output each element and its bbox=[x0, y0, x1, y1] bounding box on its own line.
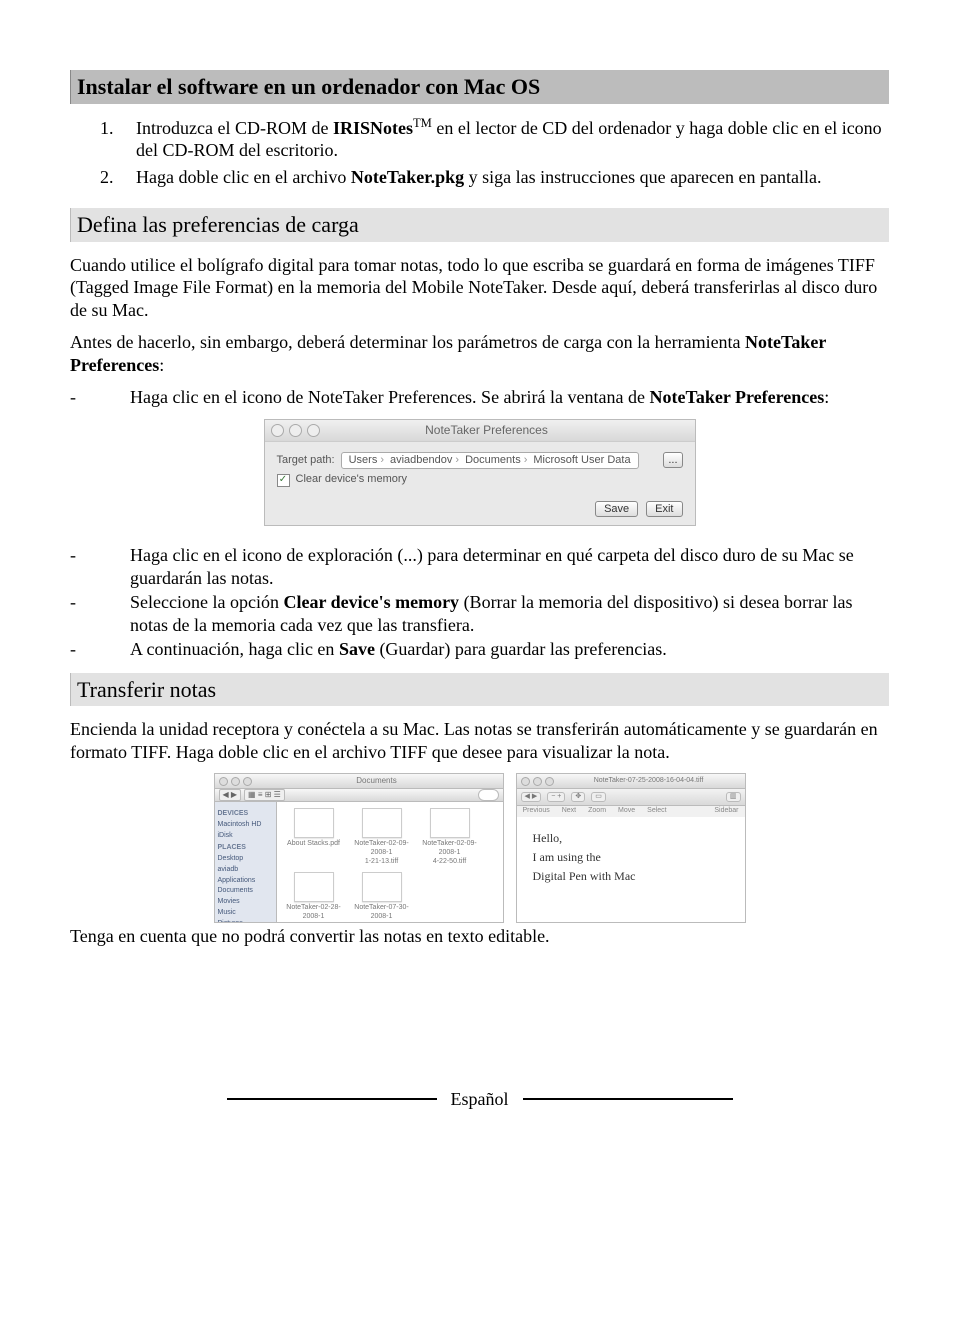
handwriting-line: I am using the bbox=[533, 848, 729, 867]
pref-intro-2: Antes de hacerlo, sin embargo, deberá de… bbox=[70, 331, 889, 376]
file-thumb[interactable]: NoteTaker-02-28-2008-17-38-11.tiff bbox=[283, 872, 345, 923]
file-thumb[interactable]: NoteTaker-02-09-2008-14-22-50.tiff bbox=[419, 808, 481, 866]
page-footer: Español bbox=[70, 1088, 889, 1111]
finder-items: About Stacks.pdf NoteTaker-02-09-2008-11… bbox=[277, 802, 503, 922]
target-path-breadcrumb[interactable]: Users aviadbendov Documents Microsoft Us… bbox=[341, 452, 639, 470]
pref-bullets-bottom: - Haga clic en el icono de exploración (… bbox=[70, 544, 889, 661]
sidebar-button[interactable]: ▥ bbox=[726, 792, 741, 803]
window-title: NoteTaker Preferences bbox=[285, 423, 689, 438]
clear-memory-label: Clear device's memory bbox=[296, 473, 408, 487]
preview-toolbar-labels: Previous Next Zoom Move Select Sidebar bbox=[517, 806, 745, 817]
close-icon[interactable] bbox=[271, 424, 284, 437]
handwriting-line: Digital Pen with Mac bbox=[533, 867, 729, 886]
prev-next-buttons[interactable]: ◀ ▶ bbox=[521, 792, 542, 803]
finder-nav-buttons[interactable]: ◀ ▶ bbox=[219, 789, 242, 801]
browse-button[interactable]: ... bbox=[663, 452, 682, 468]
file-thumb[interactable]: About Stacks.pdf bbox=[283, 808, 345, 866]
transfer-para: Encienda la unidad receptora y conéctela… bbox=[70, 718, 889, 763]
divider bbox=[227, 1098, 437, 1100]
minimize-icon[interactable] bbox=[231, 777, 240, 786]
close-icon[interactable] bbox=[219, 777, 228, 786]
finder-statusbar: 5 items, 77.52 GB available bbox=[215, 922, 503, 923]
select-button[interactable]: ▭ bbox=[591, 792, 606, 803]
install-steps: Introduzca el CD-ROM de IRISNotesTM en e… bbox=[70, 116, 889, 189]
preview-toolbar: ◀ ▶ − + ✥ ▭ ▥ bbox=[517, 789, 745, 806]
zoom-icon[interactable] bbox=[545, 777, 554, 786]
clear-memory-checkbox[interactable]: ✓ bbox=[277, 474, 290, 487]
close-icon[interactable] bbox=[521, 777, 530, 786]
preview-titlebar: NoteTaker-07-25-2008-16-04-04.tiff bbox=[517, 774, 745, 789]
install-step-1: Introduzca el CD-ROM de IRISNotesTM en e… bbox=[118, 116, 889, 162]
exit-button[interactable]: Exit bbox=[646, 501, 682, 517]
pref-bullets-top: - Haga clic en el icono de NoteTaker Pre… bbox=[70, 386, 889, 409]
pref-intro-1: Cuando utilice el bolígrafo digital para… bbox=[70, 254, 889, 322]
finder-sidebar[interactable]: DEVICES Macintosh HD iDisk PLACES Deskto… bbox=[215, 802, 277, 922]
heading-preferences: Defina las preferencias de carga bbox=[70, 208, 889, 242]
minimize-icon[interactable] bbox=[533, 777, 542, 786]
target-path-label: Target path: bbox=[277, 454, 335, 468]
file-thumb[interactable]: NoteTaker-07-30-2008-16-04-04.tiff bbox=[351, 872, 413, 923]
notetaker-preferences-window: NoteTaker Preferences Target path: Users… bbox=[264, 419, 696, 527]
preview-window: NoteTaker-07-25-2008-16-04-04.tiff ◀ ▶ −… bbox=[516, 773, 746, 923]
footer-language: Español bbox=[451, 1088, 509, 1111]
transfer-note: Tenga en cuenta que no podrá convertir l… bbox=[70, 925, 889, 948]
window-titlebar: NoteTaker Preferences bbox=[265, 420, 695, 442]
save-button[interactable]: Save bbox=[595, 501, 638, 517]
zoom-icon[interactable] bbox=[243, 777, 252, 786]
heading-transfer: Transferir notas bbox=[70, 673, 889, 707]
heading-install: Instalar el software en un ordenador con… bbox=[70, 70, 889, 104]
divider bbox=[523, 1098, 733, 1100]
finder-titlebar: Documents bbox=[215, 774, 503, 789]
finder-view-buttons[interactable]: ▦ ≡ ⊞ ☰ bbox=[244, 789, 285, 801]
finder-toolbar: ◀ ▶ ▦ ≡ ⊞ ☰ bbox=[215, 789, 503, 802]
preview-canvas: Hello, I am using the Digital Pen with M… bbox=[517, 817, 745, 923]
screenshot-group: Documents ◀ ▶ ▦ ≡ ⊞ ☰ DEVICES Macintosh … bbox=[70, 773, 889, 923]
install-step-2: Haga doble clic en el archivo NoteTaker.… bbox=[118, 166, 889, 189]
file-thumb[interactable]: NoteTaker-02-09-2008-11-21-13.tiff bbox=[351, 808, 413, 866]
finder-search[interactable] bbox=[478, 789, 498, 801]
move-button[interactable]: ✥ bbox=[571, 792, 585, 803]
zoom-buttons[interactable]: − + bbox=[547, 792, 565, 803]
handwriting-line: Hello, bbox=[533, 829, 729, 848]
finder-window: Documents ◀ ▶ ▦ ≡ ⊞ ☰ DEVICES Macintosh … bbox=[214, 773, 504, 923]
